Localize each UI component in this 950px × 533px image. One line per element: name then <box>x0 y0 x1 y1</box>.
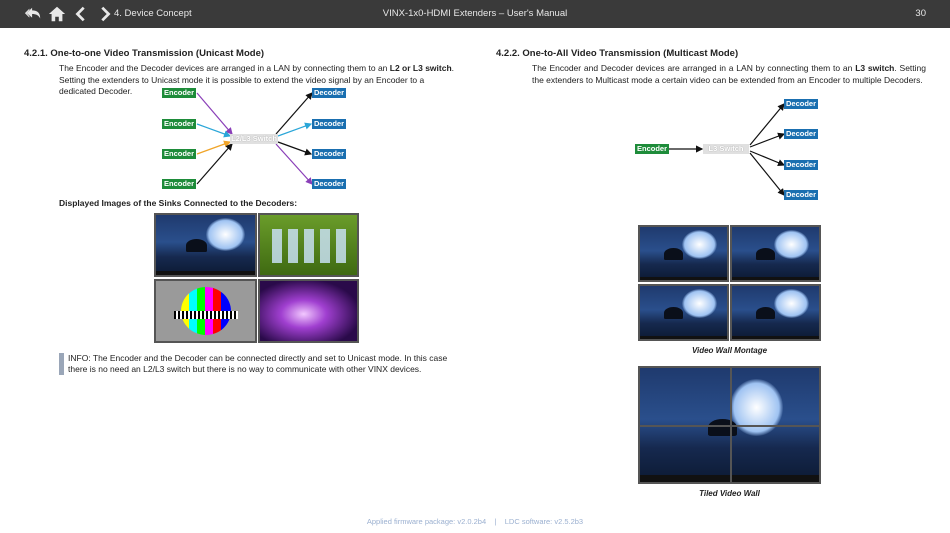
decoder-label: Decoder <box>312 149 346 159</box>
tiled-video-wall <box>638 366 821 484</box>
decoder-label: Decoder <box>784 190 818 200</box>
decoder-label: Decoder <box>784 160 818 170</box>
switch-label: L2/L3 Switch <box>230 134 278 144</box>
montage-screen <box>638 284 729 341</box>
decoder-label: Decoder <box>312 179 346 189</box>
sink-image-aurora <box>258 279 359 343</box>
arrow-switch-to-dec1 <box>275 92 313 135</box>
arrow-switch-to-dec4 <box>275 143 313 185</box>
caption-video-wall-montage: Video Wall Montage <box>691 346 768 355</box>
encoder-label: Encoder <box>162 88 196 98</box>
sink-image-app-menu <box>258 213 359 277</box>
encoder-label: Encoder <box>635 144 669 154</box>
info-text: INFO: The Encoder and the Decoder can be… <box>68 353 448 374</box>
decoder-label: Decoder <box>784 129 818 139</box>
montage-screen <box>638 225 729 282</box>
encoder-label: Encoder <box>162 179 196 189</box>
decoder-label: Decoder <box>312 119 346 129</box>
footer-version-info: Applied firmware package: v2.0.2b4 | LDC… <box>366 517 584 526</box>
arrow-mc-switch-to-dec1 <box>749 103 785 146</box>
sink-image-desktop <box>154 213 257 277</box>
switch-type-text: L3 switch <box>855 63 895 73</box>
decoder-label: Decoder <box>312 88 346 98</box>
multicast-paragraph: The Encoder and Decoder devices are arra… <box>532 63 926 85</box>
decoder-label: Decoder <box>784 99 818 109</box>
sink-image-test-pattern <box>154 279 257 343</box>
montage-screen <box>730 225 821 282</box>
arrow-enc1-to-switch <box>196 92 233 135</box>
arrow-enc4-to-switch <box>196 143 233 185</box>
arrow-mc-switch-to-dec2 <box>749 132 786 148</box>
switch-label: L3 Switch <box>703 144 749 154</box>
montage-screen <box>730 284 821 341</box>
encoder-label: Encoder <box>162 119 196 129</box>
multicast-heading: 4.2.2. One-to-All Video Transmission (Mu… <box>496 48 739 59</box>
caption-tiled-video-wall: Tiled Video Wall <box>699 489 760 498</box>
arrow-mc-switch-to-dec3 <box>749 150 786 167</box>
encoder-label: Encoder <box>162 149 196 159</box>
info-rule <box>59 353 64 375</box>
arrow-mc-switch-to-dec4 <box>749 152 785 196</box>
sinks-heading: Displayed Images of the Sinks Connected … <box>59 198 298 208</box>
